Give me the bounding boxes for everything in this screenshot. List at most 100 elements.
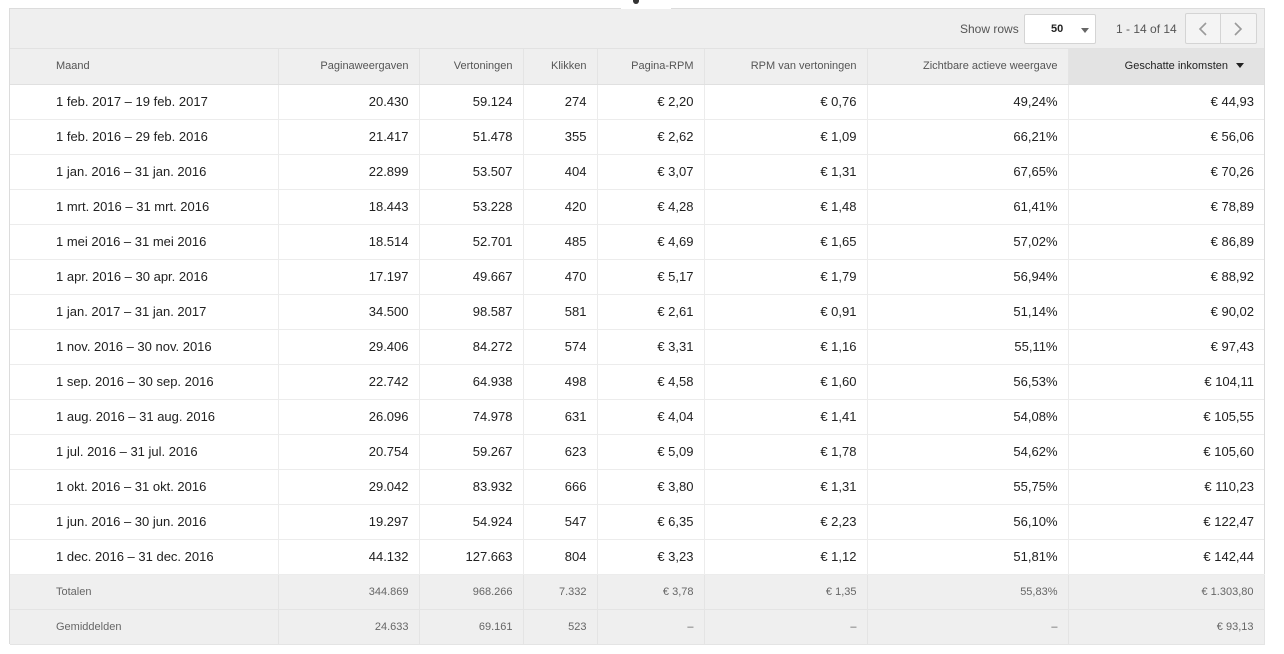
cell-clicks: 274 <box>523 84 598 120</box>
cell-impressions: 53.507 <box>419 154 524 190</box>
column-header-pageviews[interactable]: Paginaweergaven <box>278 49 420 85</box>
cell-clicks: 581 <box>523 294 598 330</box>
column-header-impressions[interactable]: Vertoningen <box>419 49 524 85</box>
cell-month: 1 mei 2016 – 31 mei 2016 <box>10 224 279 260</box>
column-header-month[interactable]: Maand <box>10 49 279 85</box>
cell-impression-rpm: € 0,91 <box>704 294 868 330</box>
earnings-report-panel: Show rows 50 1 - 14 of 14 Maand Paginawe… <box>9 8 1265 645</box>
table-row: 1 jun. 2016 – 30 jun. 2016 19.297 54.924 54… <box>10 504 1264 540</box>
cell-estimated-earnings: € 110,23 <box>1068 469 1264 505</box>
cell-active-view-viewable: 55,11% <box>867 329 1069 365</box>
cell-pageviews: 29.406 <box>278 329 420 365</box>
cell-month: 1 okt. 2016 – 31 okt. 2016 <box>10 469 279 505</box>
cell-active-view-viewable: 54,62% <box>867 434 1069 470</box>
table-row: 1 mei 2016 – 31 mei 2016 18.514 52.701 485 €… <box>10 224 1264 260</box>
previous-page-button[interactable] <box>1185 13 1221 44</box>
cell-month: Gemiddelden <box>10 609 279 645</box>
column-header-page-rpm[interactable]: Pagina-RPM <box>597 49 705 85</box>
cell-pageviews: 21.417 <box>278 119 420 155</box>
column-header-clicks[interactable]: Klikken <box>523 49 598 85</box>
cell-page-rpm: € 4,04 <box>597 399 705 435</box>
cell-impression-rpm: € 1,48 <box>704 189 868 225</box>
cell-clicks: 804 <box>523 539 598 575</box>
cell-month: 1 jan. 2016 – 31 jan. 2016 <box>10 154 279 190</box>
averages-row: Gemiddelden 24.633 69.161 523– – – € 93,13 <box>10 609 1265 645</box>
cell-estimated-earnings: € 142,44 <box>1068 539 1264 575</box>
chevron-right-icon <box>1234 22 1243 36</box>
cell-estimated-earnings: € 88,92 <box>1068 259 1264 295</box>
cell-page-rpm: € 4,58 <box>597 364 705 400</box>
dropdown-caret-icon <box>1081 28 1089 33</box>
cell-pageviews: 22.742 <box>278 364 420 400</box>
cell-pageviews: 34.500 <box>278 294 420 330</box>
cell-clicks: 498 <box>523 364 598 400</box>
cell-month: 1 dec. 2016 – 31 dec. 2016 <box>10 539 279 575</box>
column-header-active-view-viewable[interactable]: Zichtbare actieve weergave <box>867 49 1069 85</box>
cell-impressions: 127.663 <box>419 539 524 575</box>
cell-pageviews: 20.754 <box>278 434 420 470</box>
cell-estimated-earnings: € 90,02 <box>1068 294 1264 330</box>
table-row: 1 dec. 2016 – 31 dec. 2016 44.132 127.663 8… <box>10 539 1264 575</box>
cell-impressions: 52.701 <box>419 224 524 260</box>
cell-impression-rpm: € 0,76 <box>704 84 868 120</box>
table-row: 1 jul. 2016 – 31 jul. 2016 20.754 59.267 62… <box>10 434 1264 470</box>
cell-active-view-viewable: 55,83% <box>867 574 1069 610</box>
cell-clicks: 631 <box>523 399 598 435</box>
cell-active-view-viewable: 51,81% <box>867 539 1069 575</box>
cell-impressions: 84.272 <box>419 329 524 365</box>
cell-pageviews: 20.430 <box>278 84 420 120</box>
cell-impression-rpm: € 1,09 <box>704 119 868 155</box>
cell-estimated-earnings: € 105,55 <box>1068 399 1264 435</box>
cell-clicks: 523 <box>523 609 598 645</box>
cell-page-rpm: € 4,28 <box>597 189 705 225</box>
cell-impression-rpm: € 1,78 <box>704 434 868 470</box>
cell-clicks: 404 <box>523 154 598 190</box>
earnings-table: Maand Paginaweergaven Vertoningen Klikke… <box>10 49 1265 645</box>
cell-active-view-viewable: 56,94% <box>867 259 1069 295</box>
cell-active-view-viewable: 49,24% <box>867 84 1069 120</box>
cell-impressions: 74.978 <box>419 399 524 435</box>
next-page-button[interactable] <box>1221 13 1257 44</box>
cell-page-rpm: € 5,17 <box>597 259 705 295</box>
table-row: 1 sep. 2016 – 30 sep. 2016 22.742 64.938 49… <box>10 364 1264 400</box>
cell-estimated-earnings: € 104,11 <box>1068 364 1264 400</box>
table-row: 1 okt. 2016 – 31 okt. 2016 29.042 83.932 66… <box>10 469 1264 505</box>
cell-clicks: 420 <box>523 189 598 225</box>
cell-estimated-earnings: € 93,13 <box>1068 609 1265 645</box>
cell-clicks: 355 <box>523 119 598 155</box>
cell-impression-rpm: € 1,79 <box>704 259 868 295</box>
cell-impression-rpm: € 1,31 <box>704 154 868 190</box>
cell-impression-rpm: € 1,16 <box>704 329 868 365</box>
cell-page-rpm: € 2,62 <box>597 119 705 155</box>
cell-clicks: 470 <box>523 259 598 295</box>
cell-clicks: 485 <box>523 224 598 260</box>
column-header-estimated-earnings[interactable]: Geschatte inkomsten <box>1068 49 1264 85</box>
cell-estimated-earnings: € 44,93 <box>1068 84 1264 120</box>
cell-active-view-viewable: 67,65% <box>867 154 1069 190</box>
cell-page-rpm: € 3,80 <box>597 469 705 505</box>
cell-estimated-earnings: € 56,06 <box>1068 119 1264 155</box>
table-row: 1 jan. 2017 – 31 jan. 2017 34.500 98.587 58… <box>10 294 1264 330</box>
sort-descending-caret-icon <box>1236 63 1244 69</box>
cell-page-rpm: € 4,69 <box>597 224 705 260</box>
rows-per-page-select[interactable]: 50 <box>1024 14 1096 44</box>
table-body: 1 feb. 2017 – 19 feb. 2017 20.430 59.124 27… <box>10 84 1265 645</box>
rows-per-page-value: 50 <box>1051 23 1064 35</box>
chevron-left-icon <box>1198 22 1207 36</box>
cell-impressions: 64.938 <box>419 364 524 400</box>
table-row: 1 mrt. 2016 – 31 mrt. 2016 18.443 53.228 42… <box>10 189 1264 225</box>
totals-row: Totalen 344.869 968.266 7.332 € 3,78 € 1,35 55… <box>10 574 1265 610</box>
cell-impression-rpm: € 1,12 <box>704 539 868 575</box>
cell-impressions: 968.266 <box>419 574 524 610</box>
cell-impression-rpm: € 1,65 <box>704 224 868 260</box>
cell-clicks: 547 <box>523 504 598 540</box>
cell-page-rpm: € 3,07 <box>597 154 705 190</box>
cell-month: 1 jun. 2016 – 30 jun. 2016 <box>10 504 279 540</box>
cell-pageviews: 24.633 <box>278 609 420 645</box>
cell-page-rpm: € 2,61 <box>597 294 705 330</box>
cell-impression-rpm: € 1,41 <box>704 399 868 435</box>
cell-page-rpm: € 2,20 <box>597 84 705 120</box>
column-header-impression-rpm[interactable]: RPM van vertoningen <box>704 49 868 85</box>
table-row: 1 aug. 2016 – 31 aug. 2016 26.096 74.978 63… <box>10 399 1264 435</box>
cell-impressions: 59.267 <box>419 434 524 470</box>
